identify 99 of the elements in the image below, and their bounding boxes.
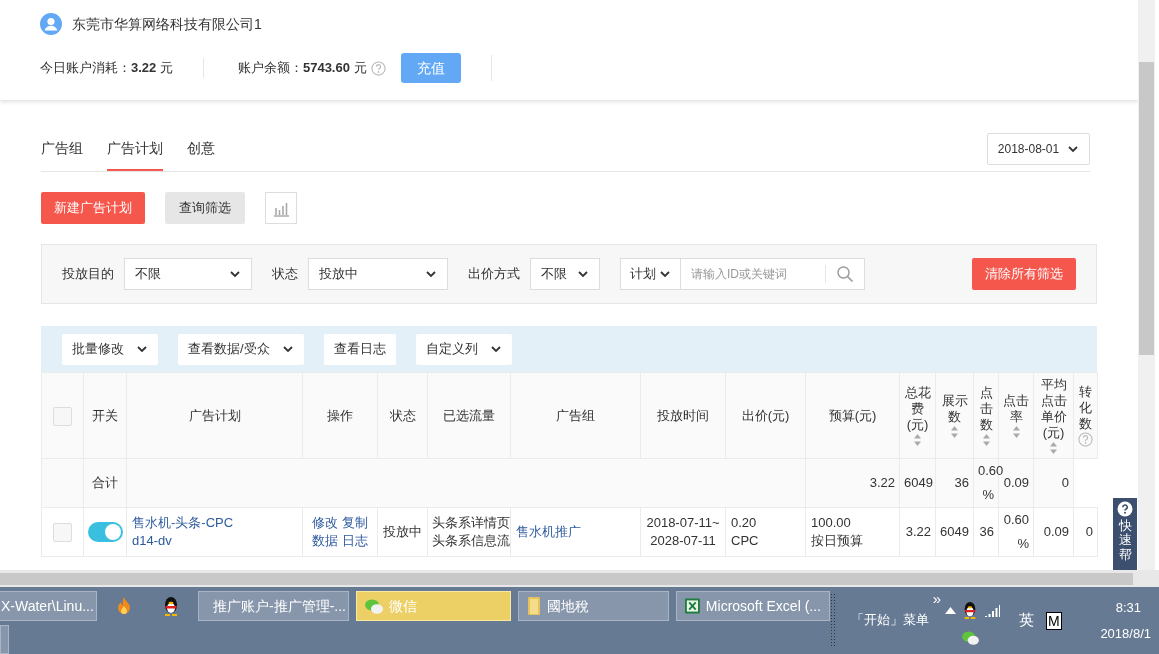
table-cell: 3.22 [899, 507, 936, 557]
operation-link[interactable]: 修改 [312, 514, 338, 532]
column-header: 点击数 [978, 384, 994, 433]
chevron-down-icon [281, 343, 294, 355]
tray-expand-icon[interactable] [945, 606, 956, 614]
operation-link[interactable]: 复制 [342, 514, 368, 532]
flame-icon[interactable] [115, 596, 133, 616]
overflow-chevron[interactable]: » [932, 589, 941, 609]
vertical-scrollbar[interactable] [1138, 0, 1155, 570]
taskbar-button[interactable] [0, 625, 9, 654]
signal-icon[interactable] [984, 603, 1000, 617]
cell-line: 2018-07-11~ [645, 514, 721, 532]
stat-text: 今日账户消耗：3.22 元 [40, 59, 173, 78]
ime-indicator[interactable]: M [1046, 611, 1062, 630]
column-header: 预算(元) [828, 406, 877, 425]
sort-icon [1049, 440, 1058, 455]
column-header: 已选流量 [443, 406, 495, 425]
filter-select[interactable]: 不限 [530, 258, 600, 290]
folder-icon [527, 596, 541, 616]
column-header: 广告组 [556, 406, 595, 425]
column-header: 状态 [389, 406, 416, 425]
filter-button[interactable]: 查询筛选 [165, 192, 245, 224]
cell-line: 按日预算 [811, 532, 864, 550]
spreadsheet-icon [685, 598, 700, 614]
column-header: 展示数 [940, 392, 969, 425]
table-cell: 0.60 % [998, 507, 1034, 557]
table-cell: 0.09 [1033, 507, 1074, 557]
toolbar-button[interactable]: 自定义列 [415, 333, 512, 365]
chevron-down-icon [659, 268, 671, 280]
quick-help-tab[interactable]: 快速帮 [1113, 498, 1137, 570]
column-header: 平均点击单价(元) [1039, 376, 1068, 441]
table-cell: 0 [1073, 507, 1098, 557]
search-icon [836, 265, 854, 283]
toggle-switch[interactable] [87, 522, 123, 543]
search-field[interactable]: 计划 请输入ID或关键词 [620, 258, 865, 290]
chart-button[interactable] [265, 192, 297, 224]
toolbar-button[interactable]: 查看数据/受众 [178, 333, 304, 365]
horizontal-scrollbar[interactable] [0, 570, 1159, 587]
sort-icon [1011, 424, 1021, 439]
column-header: 转化数 [1078, 384, 1093, 432]
tab[interactable]: 广告计划 [107, 138, 163, 171]
date-picker[interactable]: 2018-08-01 [987, 133, 1090, 165]
start-menu-link[interactable]: 「开始」菜单 [851, 610, 929, 630]
taskbar-clock[interactable]: 8:31 2018/8/1 [1061, 587, 1159, 654]
checkbox[interactable] [53, 406, 72, 426]
cell-line: 0.20 [731, 514, 758, 532]
chevron-down-icon [425, 268, 437, 280]
table-cell: 36 [935, 458, 974, 508]
toolbar-button[interactable]: 批量修改 [62, 333, 158, 365]
filter-label: 投放目的 [62, 265, 114, 284]
operation-link[interactable]: 数据 [312, 532, 338, 550]
cell-line: 100.00 [811, 514, 852, 532]
avatar-icon [40, 13, 62, 35]
column-header: 投放时间 [657, 406, 709, 425]
column-header: 点击率 [1002, 392, 1030, 425]
sort-icon [913, 432, 922, 447]
column-header: 总花费(元) [903, 384, 932, 433]
column-header: 广告计划 [188, 406, 241, 425]
table-cell: 6049 [899, 458, 936, 508]
table-cell: 0 [1033, 458, 1074, 508]
tab[interactable]: 创意 [187, 138, 215, 171]
table-cell: 投放中 [377, 507, 428, 557]
chevron-down-icon [489, 343, 502, 355]
sort-icon [950, 424, 959, 439]
filter-select[interactable]: 不限 [124, 258, 252, 290]
penguin-icon[interactable] [962, 601, 978, 619]
chat-bubbles-icon [962, 631, 979, 645]
filter-select[interactable]: 投放中 [308, 258, 448, 290]
chevron-down-icon [136, 343, 148, 355]
column-header: 操作 [327, 406, 353, 425]
penguin-icon[interactable] [162, 596, 180, 616]
stat-text: 账户余额：5743.60 元 [237, 59, 367, 78]
help-icon [1117, 501, 1133, 517]
chevron-down-icon [577, 268, 589, 280]
toolbar-button[interactable]: 查看日志 [323, 333, 396, 365]
tab[interactable]: 广告组 [41, 138, 83, 171]
column-header: 开关 [92, 406, 118, 425]
checkbox[interactable] [53, 523, 72, 543]
table-cell: 6049 [935, 507, 974, 557]
column-header: 出价(元) [741, 406, 790, 425]
chevron-down-icon [1067, 143, 1080, 155]
cell-line: 2028-07-11 [649, 532, 717, 550]
table-cell: 3.22 [805, 458, 900, 508]
chevron-down-icon [229, 268, 241, 280]
cell-line: CPC [731, 532, 760, 550]
chat-bubbles-icon [365, 598, 383, 614]
filter-label: 状态 [272, 265, 298, 284]
group-link[interactable]: 售水机推广 [516, 524, 581, 540]
sort-icon [981, 432, 991, 447]
filter-label: 出价方式 [468, 265, 520, 284]
help-icon [1078, 432, 1093, 447]
search-scope-select[interactable]: 计划 [621, 259, 681, 289]
company-name: 东莞市华算网络科技有限公司1 [72, 14, 262, 34]
table-cell: 36 [973, 507, 999, 557]
help-icon [370, 60, 386, 76]
operation-link[interactable]: 日志 [342, 532, 368, 550]
help-tab-text: 快速帮 [1118, 519, 1132, 562]
total-label: 合计 [83, 458, 127, 508]
ime-mode[interactable]: 英 [1019, 609, 1034, 632]
